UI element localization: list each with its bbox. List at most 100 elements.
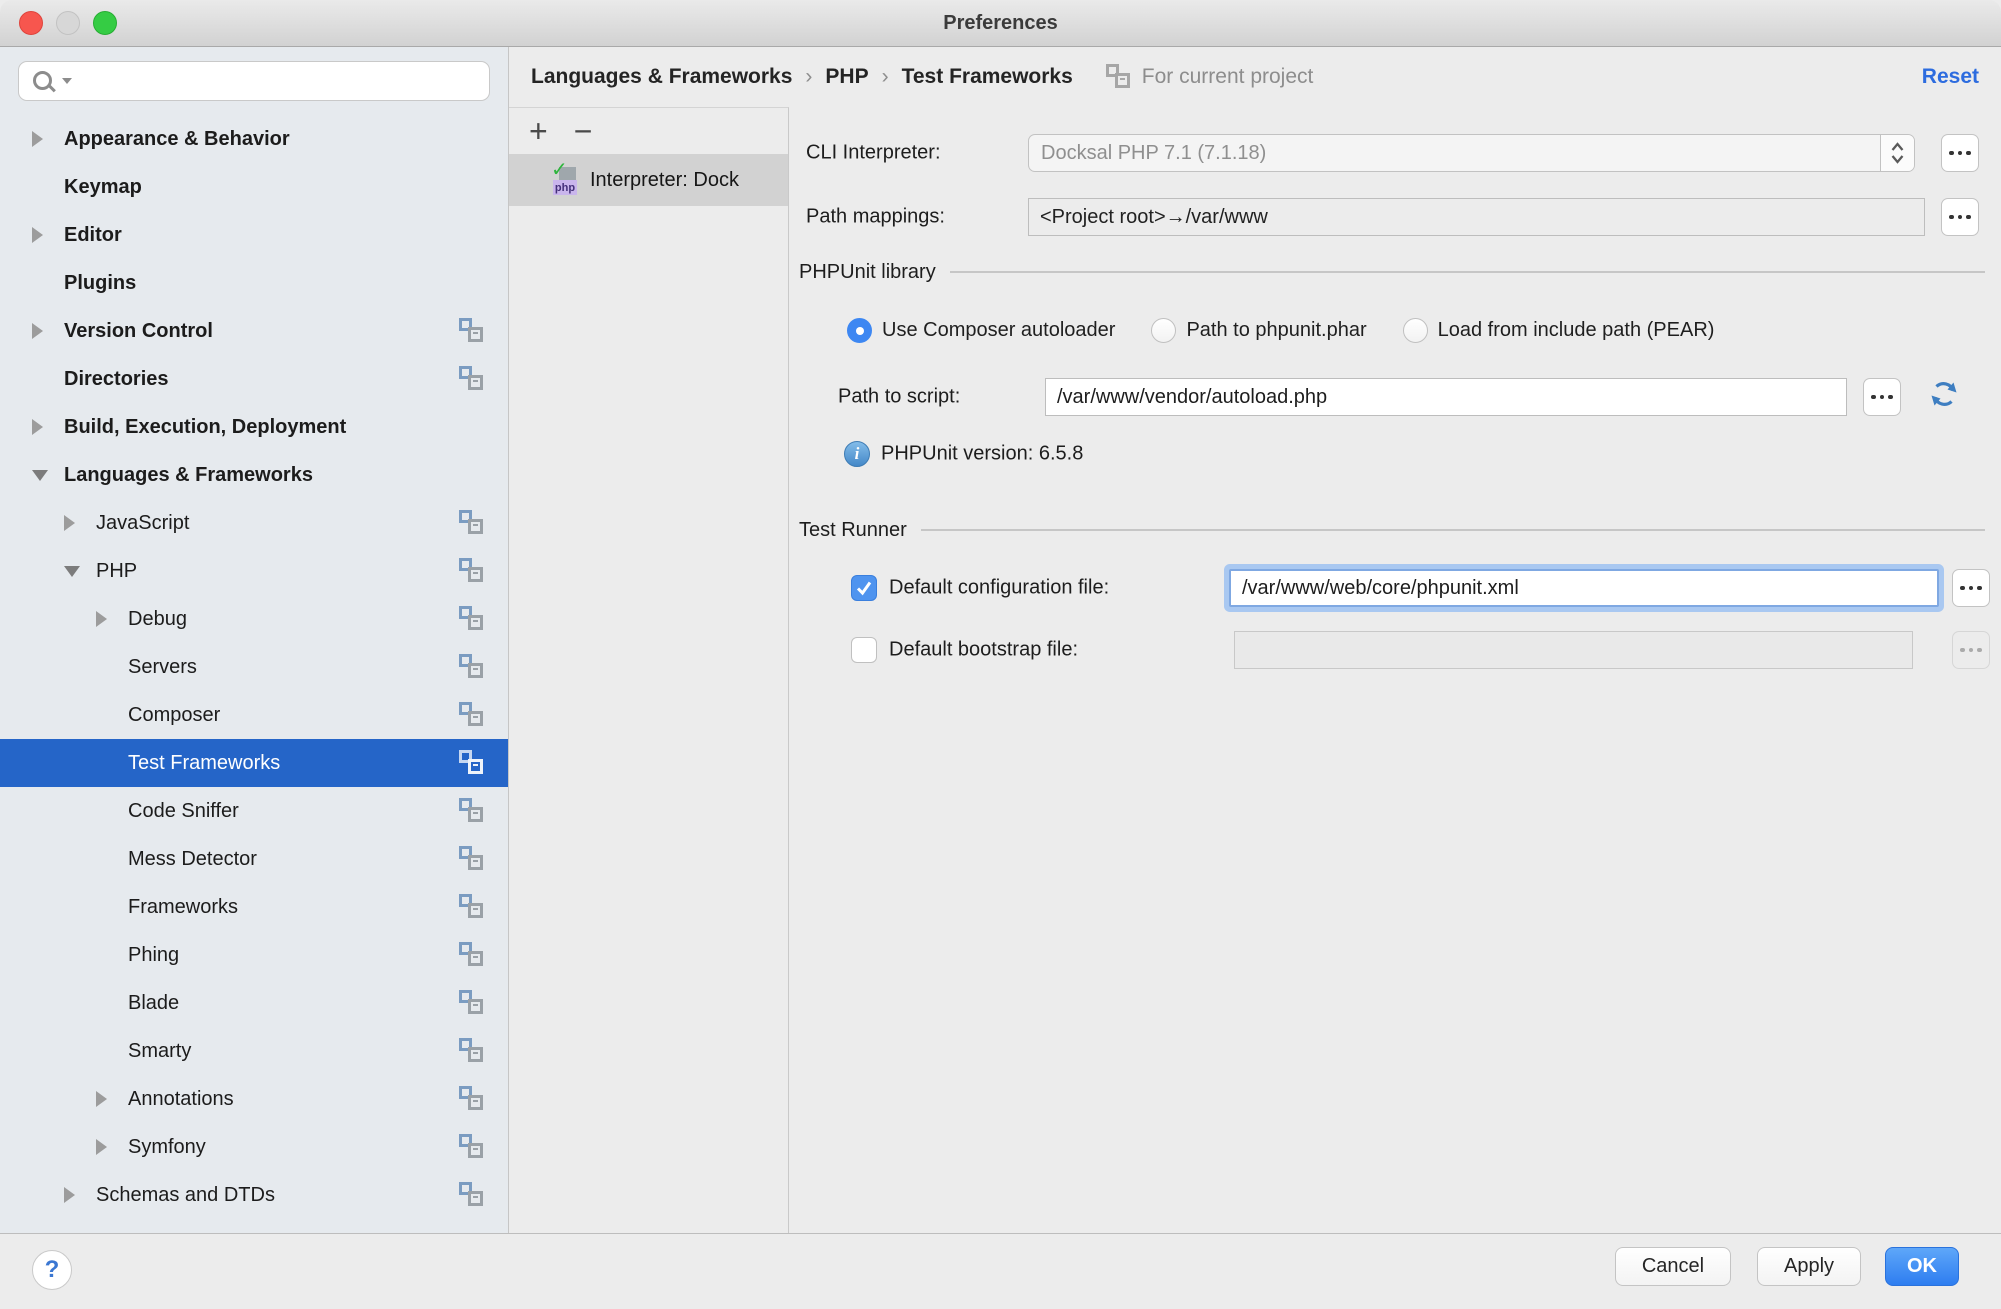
default-bootstrap-label: Default bootstrap file:: [889, 639, 1078, 662]
sidebar-item-label: Composer: [128, 704, 220, 727]
add-interpreter-button[interactable]: +: [529, 115, 548, 147]
sidebar-item-label: Appearance & Behavior: [64, 128, 290, 151]
current-project-icon: [1105, 64, 1131, 90]
radio-load-from-include-path[interactable]: Load from include path (PEAR): [1403, 318, 1715, 343]
phpunit-version-text: PHPUnit version: 6.5.8: [881, 443, 1083, 466]
reset-link[interactable]: Reset: [1922, 65, 1979, 89]
interpreter-list-item[interactable]: ✓ php Interpreter: Dock: [509, 154, 788, 206]
radio-icon[interactable]: [1403, 318, 1428, 343]
sidebar-item-composer[interactable]: Composer: [0, 691, 508, 739]
sidebar-item-blade[interactable]: Blade: [0, 979, 508, 1027]
dialog-footer: ? Cancel Apply OK: [0, 1233, 2001, 1309]
chevron-down-icon[interactable]: [64, 566, 96, 577]
sidebar-item-php[interactable]: PHP: [0, 547, 508, 595]
per-project-icon: [458, 1134, 484, 1160]
cli-interpreter-value: Docksal PHP 7.1 (7.1.18): [1029, 142, 1880, 165]
chevron-right-icon[interactable]: [32, 227, 64, 243]
per-project-icon: [458, 1086, 484, 1112]
cli-interpreter-browse-button[interactable]: [1941, 134, 1979, 172]
radio-path-to-phpunit-phar[interactable]: Path to phpunit.phar: [1151, 318, 1366, 343]
path-mappings-field[interactable]: <Project root>→/var/www: [1028, 198, 1925, 236]
sidebar-item-keymap[interactable]: Keymap: [0, 163, 508, 211]
chevron-right-icon[interactable]: [96, 1091, 128, 1107]
sidebar-item-annotations[interactable]: Annotations: [0, 1075, 508, 1123]
remove-interpreter-button[interactable]: −: [574, 115, 593, 147]
path-to-script-row: Path to script: /var/www/vendor/autoload…: [789, 375, 2001, 419]
chevron-right-icon[interactable]: [96, 611, 128, 627]
sidebar-item-label: Blade: [128, 992, 179, 1015]
per-project-icon: [458, 510, 484, 536]
path-to-script-browse-button[interactable]: [1863, 378, 1901, 416]
per-project-icon: [458, 1038, 484, 1064]
close-window-button[interactable]: [19, 11, 43, 35]
breadcrumb-languages-frameworks[interactable]: Languages & Frameworks: [531, 65, 792, 89]
sidebar-item-label: Keymap: [64, 176, 142, 199]
search-input[interactable]: [79, 70, 489, 92]
chevron-right-icon[interactable]: [64, 515, 96, 531]
default-bootstrap-browse-button: [1952, 631, 1990, 669]
default-configuration-field[interactable]: /var/www/web/core/phpunit.xml: [1229, 569, 1939, 607]
sidebar-item-servers[interactable]: Servers: [0, 643, 508, 691]
apply-button[interactable]: Apply: [1757, 1247, 1861, 1286]
cli-interpreter-select[interactable]: Docksal PHP 7.1 (7.1.18): [1028, 134, 1915, 172]
sidebar-item-directories[interactable]: Directories: [0, 355, 508, 403]
path-mappings-label: Path mappings:: [806, 206, 945, 229]
zoom-window-button[interactable]: [93, 11, 117, 35]
chevron-right-icon[interactable]: [96, 1139, 128, 1155]
cancel-button[interactable]: Cancel: [1615, 1247, 1731, 1286]
interpreter-list-panel: + − ✓ php Interpreter: Dock: [509, 107, 789, 1233]
ok-button[interactable]: OK: [1885, 1247, 1959, 1286]
default-configuration-checkbox[interactable]: [851, 575, 877, 601]
cli-interpreter-label: CLI Interpreter:: [806, 142, 941, 165]
php-file-icon: ✓ php: [551, 162, 581, 198]
default-bootstrap-field[interactable]: [1234, 631, 1913, 669]
sidebar-item-appearance-behavior[interactable]: Appearance & Behavior: [0, 115, 508, 163]
sidebar-item-frameworks[interactable]: Frameworks: [0, 883, 508, 931]
sidebar-item-debug[interactable]: Debug: [0, 595, 508, 643]
sidebar-item-javascript[interactable]: JavaScript: [0, 499, 508, 547]
sidebar-item-symfony[interactable]: Symfony: [0, 1123, 508, 1171]
sidebar-item-schemas-and-dtds[interactable]: Schemas and DTDs: [0, 1171, 508, 1219]
default-configuration-browse-button[interactable]: [1952, 569, 1990, 607]
phpunit-library-title: PHPUnit library: [799, 261, 936, 284]
per-project-icon: [458, 558, 484, 584]
default-bootstrap-checkbox[interactable]: [851, 637, 877, 663]
sidebar-item-languages-frameworks[interactable]: Languages & Frameworks: [0, 451, 508, 499]
window-title: Preferences: [943, 12, 1058, 35]
section-divider: [921, 529, 1985, 531]
chevron-right-icon[interactable]: [32, 323, 64, 339]
search-options-chevron-icon[interactable]: [62, 78, 72, 84]
radio-use-composer-autoloader[interactable]: Use Composer autoloader: [847, 318, 1115, 343]
sidebar-item-version-control[interactable]: Version Control: [0, 307, 508, 355]
sidebar-item-label: Mess Detector: [128, 848, 257, 871]
chevron-right-icon[interactable]: [32, 419, 64, 435]
sidebar-item-phing[interactable]: Phing: [0, 931, 508, 979]
help-button[interactable]: ?: [32, 1250, 72, 1290]
sidebar-item-code-sniffer[interactable]: Code Sniffer: [0, 787, 508, 835]
sidebar-item-label: Languages & Frameworks: [64, 464, 313, 487]
sidebar-item-build-execution-deployment[interactable]: Build, Execution, Deployment: [0, 403, 508, 451]
preferences-window: Preferences Appearance & Behavior Keymap…: [0, 0, 2001, 1309]
sidebar-item-mess-detector[interactable]: Mess Detector: [0, 835, 508, 883]
chevron-down-icon[interactable]: [32, 470, 64, 481]
settings-search-field[interactable]: [18, 61, 490, 101]
path-to-script-field[interactable]: /var/www/vendor/autoload.php: [1045, 378, 1847, 416]
breadcrumb-php[interactable]: PHP: [825, 65, 868, 89]
chevron-right-icon[interactable]: [64, 1187, 96, 1203]
path-mappings-browse-button[interactable]: [1941, 198, 1979, 236]
sidebar-item-label: Code Sniffer: [128, 800, 239, 823]
per-project-icon: [458, 894, 484, 920]
radio-icon[interactable]: [1151, 318, 1176, 343]
path-to-script-label: Path to script:: [838, 386, 960, 409]
chevron-right-icon[interactable]: [32, 131, 64, 147]
breadcrumb: Languages & Frameworks › PHP › Test Fram…: [509, 47, 2001, 107]
refresh-icon[interactable]: [1929, 379, 1959, 415]
radio-selected-icon[interactable]: [847, 318, 872, 343]
minimize-window-button[interactable]: [56, 11, 80, 35]
sidebar-item-test-frameworks[interactable]: Test Frameworks: [0, 739, 508, 787]
sidebar-item-smarty[interactable]: Smarty: [0, 1027, 508, 1075]
sidebar-item-plugins[interactable]: Plugins: [0, 259, 508, 307]
stepper-chevrons-icon[interactable]: [1880, 135, 1914, 171]
sidebar-item-editor[interactable]: Editor: [0, 211, 508, 259]
breadcrumb-separator: ›: [805, 65, 812, 89]
